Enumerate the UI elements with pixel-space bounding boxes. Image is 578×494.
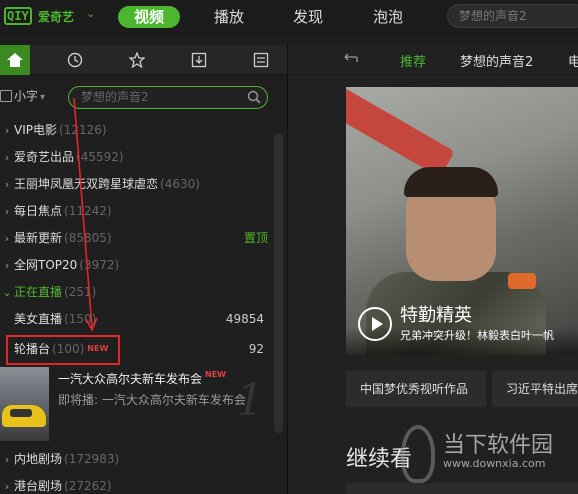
category-item[interactable]: › 最新更新 (85805) 置顶 <box>0 225 272 251</box>
chevron-right-icon: › <box>4 178 10 191</box>
tab-play[interactable]: 播放 <box>214 6 244 28</box>
category-item[interactable]: 美女直播 (150) 49854 <box>0 306 272 332</box>
right-panel: 推荐 梦想的声音2 电 特勤精英 兄弟冲突升级！林毅表白叶一帆 中国梦优秀视听作… <box>288 45 578 494</box>
tab-recommend[interactable]: 推荐 <box>400 51 426 70</box>
star-icon[interactable] <box>112 45 162 75</box>
chevron-down-icon[interactable]: ⌄ <box>86 7 95 20</box>
watermark-text: 当下软件园 <box>443 433 554 458</box>
category-count: (251) <box>64 285 97 299</box>
category-item[interactable]: › 爱奇艺出品 (45592) <box>0 144 272 170</box>
chevron-right-icon: › <box>4 124 10 137</box>
watermark-logo <box>401 425 435 483</box>
category-count: (12126) <box>59 123 107 137</box>
logo-box: QIY <box>4 7 32 25</box>
chevron-right-icon: › <box>4 205 10 218</box>
featured-banner[interactable]: 特勤精英 兄弟冲突升级！林毅表白叶一帆 <box>346 87 578 355</box>
font-toggle-label: 小字 <box>14 89 39 103</box>
list-icon[interactable] <box>236 45 286 75</box>
sub-nav: 推荐 梦想的声音2 电 <box>288 45 578 75</box>
tab-dream-voice[interactable]: 梦想的声音2 <box>460 51 533 70</box>
font-size-toggle[interactable]: 小字 ▾ <box>0 87 62 105</box>
category-label: 最新更新 <box>14 231 63 245</box>
carousel-program-item[interactable]: 一汽大众高尔夫新车发布会 NEW 即将播: 一汽大众高尔夫新车发布会 1 <box>0 365 272 443</box>
category-count: (172983) <box>64 452 120 466</box>
carousel-number: 1 <box>236 375 264 426</box>
scrollbar[interactable] <box>274 133 283 433</box>
top-bar: QIY 爱奇艺 ⌄ 视频 播放 发现 泡泡 梦想的声音2 <box>0 0 578 34</box>
category-label: 全网TOP20 <box>14 258 78 272</box>
viewer-count: 92 <box>248 342 264 356</box>
watermark-url: www.downxia.com <box>443 457 546 470</box>
pin-to-top-button[interactable]: 置顶 <box>244 225 268 251</box>
carousel-thumbnail <box>0 367 49 441</box>
category-label: 正在直播 <box>14 285 63 299</box>
back-icon[interactable] <box>344 53 360 68</box>
tab-discover[interactable]: 发现 <box>293 6 323 28</box>
chevron-down-icon: ▾ <box>40 92 46 103</box>
left-search-input[interactable]: 梦想的声音2 <box>68 86 268 109</box>
topic-chip[interactable]: 习近平特出席 <box>492 371 578 407</box>
search-icon[interactable] <box>247 90 261 111</box>
chevron-right-icon: › <box>4 453 10 466</box>
category-label: 每日焦点 <box>14 204 63 218</box>
tab-more[interactable]: 电 <box>568 51 578 70</box>
carousel-title: 一汽大众高尔夫新车发布会 NEW <box>58 370 226 387</box>
category-label: VIP电影 <box>14 123 57 137</box>
category-count: (85805) <box>64 231 112 245</box>
tab-video[interactable]: 视频 <box>118 6 180 28</box>
download-icon[interactable] <box>174 45 224 75</box>
banner-subtitle: 兄弟冲突升级！林毅表白叶一帆 <box>400 329 554 342</box>
category-item[interactable]: › 每日焦点 (11242) <box>0 198 272 224</box>
iqiyi-logo[interactable]: QIY 爱奇艺 ⌄ <box>4 6 95 28</box>
highlight-box <box>6 335 120 365</box>
category-item[interactable]: › 港台剧场 (27262) <box>0 473 272 494</box>
category-label: 爱奇艺出品 <box>14 150 75 164</box>
category-item[interactable]: › 王丽坤凤凰无双跨星球虐恋 (4630) <box>0 171 272 197</box>
category-count: (27262) <box>64 479 112 493</box>
carousel-next-program: 即将播: 一汽大众高尔夫新车发布会 <box>58 393 246 407</box>
watermark: 当下软件园 www.downxia.com <box>401 425 578 487</box>
logo-text: 爱奇艺 <box>38 10 75 24</box>
category-label: 内地剧场 <box>14 452 63 466</box>
category-count: (3972) <box>79 258 120 272</box>
topic-chip[interactable]: 中国梦优秀视听作品 <box>346 371 486 407</box>
category-item[interactable]: › 内地剧场 (172983) <box>0 446 272 472</box>
top-search-input[interactable]: 梦想的声音2 <box>447 4 578 28</box>
left-panel: 小字 ▾ 梦想的声音2 › VIP电影 (12126) › 爱奇艺出品 (45592) ›… <box>0 45 287 494</box>
category-count: (150) <box>64 312 97 326</box>
clock-icon[interactable] <box>50 45 100 75</box>
tab-bubble[interactable]: 泡泡 <box>373 6 403 28</box>
play-icon[interactable] <box>358 307 392 341</box>
category-count: (11242) <box>64 204 112 218</box>
category-label: 王丽坤凤凰无双跨星球虐恋 <box>14 177 159 191</box>
category-item-live[interactable]: ⌄ 正在直播 (251) <box>0 279 272 305</box>
category-count: (45592) <box>76 150 124 164</box>
category-item[interactable]: › VIP电影 (12126) <box>0 117 272 143</box>
banner-title: 特勤精英 <box>400 305 472 326</box>
category-item[interactable]: › 全网TOP20 (3972) <box>0 252 272 278</box>
left-icon-bar <box>0 45 287 75</box>
home-icon[interactable] <box>0 45 30 75</box>
category-label: 美女直播 <box>14 312 63 326</box>
category-count: (4630) <box>160 177 200 191</box>
chevron-right-icon: › <box>4 480 10 493</box>
new-badge: NEW <box>205 370 226 379</box>
category-label: 港台剧场 <box>14 479 63 493</box>
left-search-placeholder: 梦想的声音2 <box>81 90 149 104</box>
viewer-count: 49854 <box>225 312 264 326</box>
carousel-title-text: 一汽大众高尔夫新车发布会 <box>58 372 203 386</box>
chevron-right-icon: › <box>4 259 10 272</box>
font-icon <box>0 90 12 102</box>
chevron-down-icon: ⌄ <box>2 286 12 299</box>
chevron-right-icon: › <box>4 232 10 245</box>
chevron-right-icon: › <box>4 151 10 164</box>
